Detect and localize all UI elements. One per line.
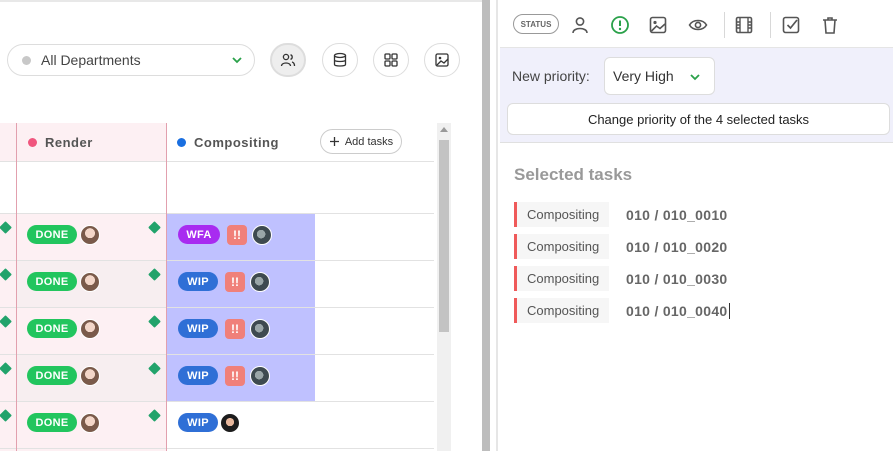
comp-status-badge[interactable]: WIP [178,319,218,338]
column-header-compositing[interactable]: Compositing [177,123,279,161]
priority-select-value: Very High [613,68,674,84]
avatar [80,225,100,245]
image-icon [649,16,667,34]
scrollbar-thumb[interactable] [439,140,449,332]
splitter-edge [496,0,498,451]
department-filter-label: All Departments [41,52,141,68]
avatar [250,272,270,292]
avatar [80,319,100,339]
column-header-render[interactable]: Render [28,123,93,161]
task-name: 010 / 010_0010 [626,206,728,223]
assign-tab-button[interactable] [569,14,591,36]
task-name: 010 / 010_0030 [626,270,728,287]
thumbnail-tab-button[interactable] [647,14,669,36]
text-cursor [728,302,730,319]
priority-badge: !! [225,319,245,339]
compositing-color-dot [177,137,186,147]
database-icon [333,52,347,67]
action-toolbar: STATUS [500,0,893,48]
toolbar-separator [724,12,725,38]
playlist-tab-button[interactable] [733,14,755,36]
app-root: All Departments Render Compositing Add t… [0,0,893,451]
plus-icon [329,137,339,146]
change-priority-button[interactable]: Change priority of the 4 selected tasks [507,103,890,135]
task-name: 010 / 010_0040 [626,302,728,319]
selected-task-item[interactable]: Compositing 010 / 010_0020 [514,234,728,259]
department-color-dot [22,55,31,65]
render-status-badge[interactable]: DONE [27,272,77,291]
database-button[interactable] [322,43,358,77]
task-list-pane: All Departments Render Compositing Add t… [0,0,482,451]
grid-view-button[interactable] [373,43,409,77]
eye-icon [688,19,708,31]
avatar [220,413,240,433]
avatar [80,366,100,386]
splitter-handle[interactable] [482,0,490,451]
task-type: Compositing [517,234,609,259]
avatar [252,225,272,245]
compositing-header-label: Compositing [194,134,279,150]
new-priority-label: New priority: [512,68,590,84]
top-divider [0,0,482,2]
delete-tasks-button[interactable] [819,14,841,36]
render-status-badge[interactable]: DONE [27,319,77,338]
render-status-badge[interactable]: DONE [27,413,77,432]
add-tasks-button[interactable]: Add tasks [320,129,402,154]
scroll-up-arrow-icon[interactable] [440,127,448,132]
selected-task-item[interactable]: Compositing 010 / 010_0030 [514,266,728,291]
people-button[interactable] [270,43,306,77]
checkbox-icon [782,16,800,34]
avatar [250,366,270,386]
render-color-dot [28,137,37,147]
row-divider [0,401,434,402]
render-status-badge[interactable]: DONE [27,366,77,385]
thumbnail-button[interactable] [424,43,460,77]
custom-action-button[interactable] [780,14,802,36]
pane-splitter[interactable] [482,0,498,451]
trash-icon [823,17,837,34]
comp-status-badge[interactable]: WIP [178,413,218,432]
watch-tab-button[interactable] [687,14,709,36]
render-status-badge[interactable]: DONE [27,225,77,244]
task-type: Compositing [517,202,609,227]
comp-status-badge[interactable]: WFA [178,225,220,244]
priority-icon [611,16,629,34]
selected-task-item[interactable]: Compositing 010 / 010_0010 [514,202,728,227]
priority-select[interactable]: Very High [604,57,715,95]
header-spacer-row [0,162,434,213]
person-icon [572,17,588,34]
action-panel: STATUS New priority: Very High Change pr… [500,0,893,451]
priority-badge: !! [225,272,245,292]
avatar [80,272,100,292]
grid-icon [384,53,398,67]
selected-task-item[interactable]: Compositing 010 / 010_0040 [514,298,730,323]
render-header-label: Render [45,134,93,150]
comp-status-badge[interactable]: WIP [178,366,218,385]
task-type: Compositing [517,298,609,323]
film-icon [735,16,753,34]
priority-tab-button[interactable] [609,14,631,36]
comp-status-badge[interactable]: WIP [178,272,218,291]
priority-badge: !! [227,225,247,245]
column-divider [16,123,17,451]
priority-form: New priority: Very High Change priority … [500,48,893,143]
department-filter[interactable]: All Departments [7,44,255,76]
row-divider [0,161,434,162]
add-tasks-label: Add tasks [344,135,394,148]
image-icon [435,53,449,67]
row-divider [0,448,434,449]
chevron-down-icon [232,57,242,64]
task-type: Compositing [517,266,609,291]
selected-tasks-title: Selected tasks [514,165,633,184]
status-tab-button[interactable]: STATUS [513,14,559,34]
priority-badge: !! [225,366,245,386]
avatar [250,319,270,339]
column-divider [166,123,167,451]
avatar [80,413,100,433]
chevron-down-icon [690,74,700,81]
toolbar-separator [770,12,771,38]
people-icon [280,53,296,67]
task-name: 010 / 010_0020 [626,238,728,255]
